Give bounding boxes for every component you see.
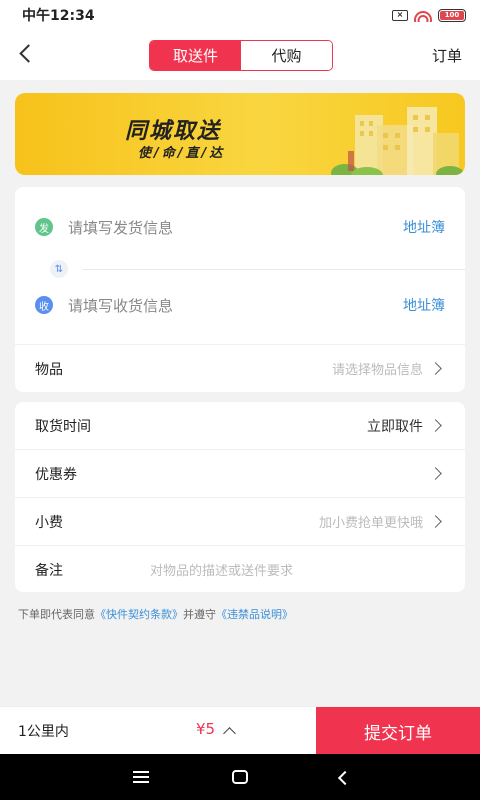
terms-link[interactable]: 《快件契约条款》 (95, 608, 183, 621)
goods-row[interactable]: 物品 请选择物品信息 (15, 345, 465, 392)
chevron-right-icon (431, 468, 443, 480)
orders-link[interactable]: 订单 (432, 45, 462, 66)
promo-banner[interactable]: 同城取送 使/命/直/达 (15, 93, 465, 175)
sender-address-book-link[interactable]: 地址簿 (403, 217, 445, 237)
agreement-notice: 下单即代表同意《快件契约条款》并遵守《违禁品说明》 (18, 606, 293, 622)
goods-label: 物品 (35, 361, 63, 378)
status-bar: 中午12:34 × 100 (0, 0, 480, 30)
order-options-card: 取货时间 立即取件 优惠券 小费 加小费抢单更快哦 备注 对物品的描述或送件要求 (15, 402, 465, 592)
tip-row[interactable]: 小费 加小费抢单更快哦 (15, 498, 465, 545)
checkout-bar: 1公里内 ¥5 提交订单 (0, 706, 480, 755)
back-nav-icon[interactable] (336, 771, 348, 783)
remark-input[interactable]: 对物品的描述或送件要求 (150, 560, 457, 579)
remark-label: 备注 (35, 562, 63, 579)
chevron-right-icon (431, 516, 443, 528)
sim-icon: × (392, 9, 408, 21)
tab-pickup-delivery[interactable]: 取送件 (150, 41, 241, 70)
agreement-middle: 并遵守 (183, 608, 216, 621)
receive-badge-icon: 收 (35, 296, 53, 314)
divider (83, 269, 465, 270)
remark-row[interactable]: 备注 对物品的描述或送件要求 (15, 546, 465, 593)
status-icons: × 100 (392, 8, 466, 22)
tip-placeholder: 加小费抢单更快哦 (318, 516, 423, 531)
chevron-right-icon (431, 420, 443, 432)
receiver-address-row[interactable]: 收 请填写收货信息 地址簿 (15, 275, 465, 335)
sender-placeholder: 请填写发货信息 (68, 218, 174, 237)
top-navbar: 取送件 代购 订单 (0, 30, 480, 80)
goods-placeholder: 请选择物品信息 (331, 363, 423, 378)
prohibited-items-link[interactable]: 《违禁品说明》 (216, 608, 293, 621)
banner-subtitle: 使/命/直/达 (138, 146, 226, 161)
coupon-row[interactable]: 优惠券 (15, 450, 465, 497)
coupon-label: 优惠券 (35, 466, 77, 483)
wifi-icon (414, 8, 432, 22)
price-value[interactable]: ¥5 (196, 720, 215, 738)
back-icon[interactable] (18, 45, 34, 61)
battery-icon: 100 (438, 8, 466, 22)
system-nav-bar (0, 754, 480, 800)
agreement-prefix: 下单即代表同意 (18, 608, 95, 621)
tip-label: 小费 (35, 514, 63, 531)
receiver-placeholder: 请填写收货信息 (68, 296, 174, 315)
pickup-time-value: 立即取件 (367, 418, 423, 435)
battery-level: 100 (440, 10, 464, 20)
pickup-time-row[interactable]: 取货时间 立即取件 (15, 402, 465, 449)
home-icon[interactable] (232, 770, 248, 784)
chevron-up-icon[interactable] (224, 727, 234, 737)
status-time: 中午12:34 (22, 8, 95, 24)
tab-switcher: 取送件 代购 (149, 40, 333, 71)
address-card: 发 请填写发货信息 地址簿 ⇅ 收 请填写收货信息 地址簿 物品 请选择物品信息 (15, 187, 465, 392)
pickup-time-label: 取货时间 (35, 418, 91, 435)
sender-address-row[interactable]: 发 请填写发货信息 地址簿 (15, 197, 465, 257)
banner-title: 同城取送 (125, 119, 222, 144)
menu-icon[interactable] (133, 771, 149, 783)
city-buildings-illustration (331, 107, 464, 175)
receiver-address-book-link[interactable]: 地址簿 (403, 295, 445, 315)
tab-purchase[interactable]: 代购 (241, 41, 332, 70)
chevron-right-icon (431, 363, 443, 375)
send-badge-icon: 发 (35, 218, 53, 236)
submit-order-button[interactable]: 提交订单 (316, 707, 480, 755)
distance-label: 1公里内 (18, 724, 69, 740)
